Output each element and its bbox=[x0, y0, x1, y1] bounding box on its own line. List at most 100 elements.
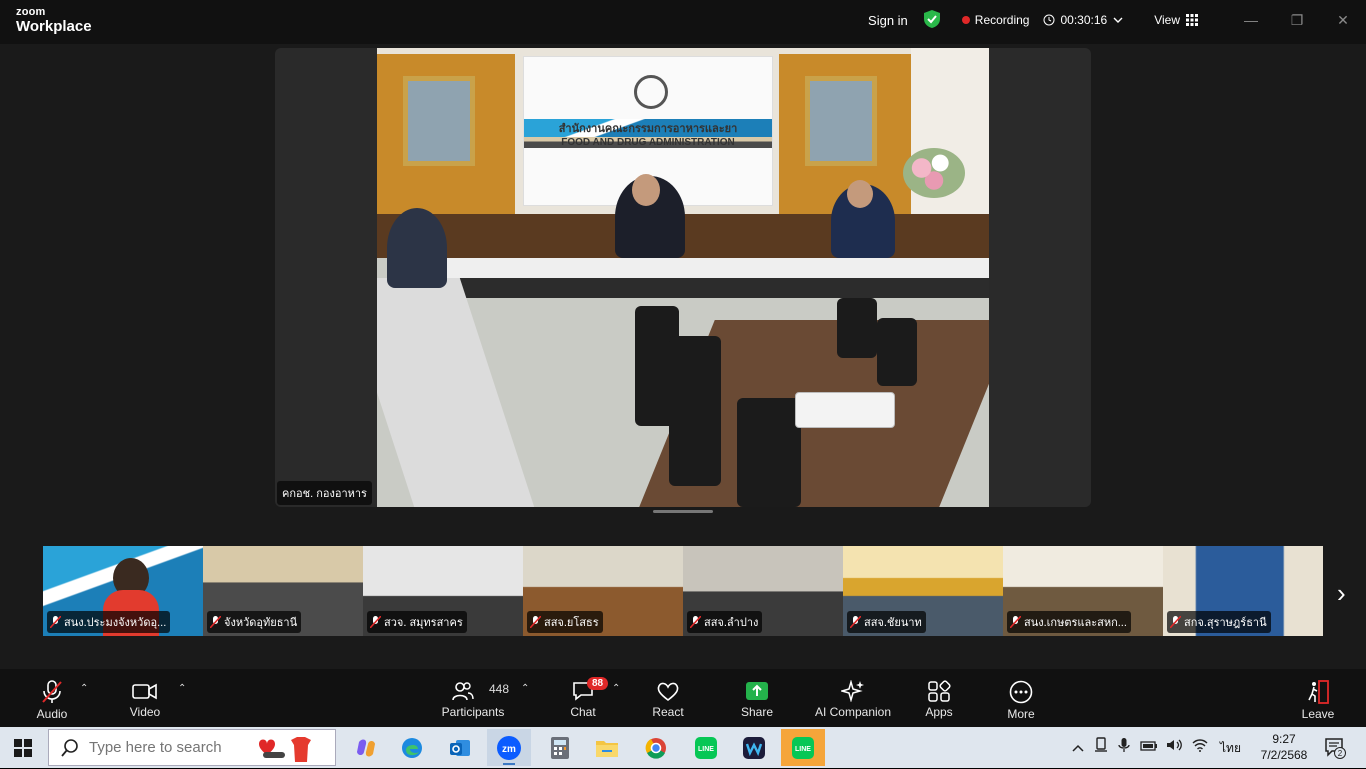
taskbar-clock[interactable]: 9:27 7/2/2568 bbox=[1249, 731, 1319, 763]
active-speaker-name: คกอช. กองอาหาร bbox=[277, 481, 372, 505]
minimize-button[interactable]: — bbox=[1228, 0, 1274, 40]
clock-time: 9:27 bbox=[1272, 732, 1296, 746]
active-speaker-video[interactable]: สำนักงานคณะกรรมการอาหารและยา FOOD AND DR… bbox=[275, 48, 1091, 507]
more-button[interactable]: More bbox=[1000, 669, 1042, 727]
audio-options-chevron-icon[interactable]: ⌃ bbox=[80, 683, 88, 694]
portrait-frame bbox=[403, 76, 475, 166]
zoom-window: zoom Workplace Sign in Recording 00:30:1… bbox=[0, 0, 1366, 727]
clock-date: 7/2/2568 bbox=[1260, 748, 1308, 762]
participants-options-chevron-icon[interactable]: ⌃ bbox=[521, 683, 529, 694]
react-label: React bbox=[652, 705, 684, 719]
participant-name: สสจ.ชัยนาท bbox=[847, 611, 926, 633]
tray-microphone-icon[interactable] bbox=[1118, 737, 1130, 758]
participant-tile[interactable]: สสจ.ลำปาง bbox=[683, 546, 843, 636]
logo-bottom: Workplace bbox=[16, 18, 92, 35]
taskbar-outlook-icon[interactable] bbox=[438, 729, 482, 766]
taskbar-search-box[interactable] bbox=[48, 729, 336, 766]
participant-name: สนง.เกษตรและสหก... bbox=[1007, 611, 1131, 633]
system-tray bbox=[1072, 727, 1208, 768]
svg-text:LINE: LINE bbox=[698, 746, 714, 753]
taskbar-file-explorer-icon[interactable] bbox=[585, 729, 629, 766]
video-button[interactable]: Video bbox=[124, 669, 166, 727]
gallery-next-arrow-icon[interactable]: › bbox=[1337, 578, 1346, 609]
sparkle-icon bbox=[841, 680, 864, 702]
taskbar-line-icon[interactable]: LINE bbox=[684, 729, 728, 766]
participant-tile[interactable]: สนง.ประมงจังหวัดอุ... bbox=[43, 546, 203, 636]
participant-tile[interactable]: สสจ.ชัยนาท bbox=[843, 546, 1003, 636]
react-button[interactable]: React bbox=[646, 669, 690, 727]
video-label: Video bbox=[129, 705, 161, 719]
chat-options-chevron-icon[interactable]: ⌃ bbox=[612, 683, 620, 694]
video-options-chevron-icon[interactable]: ⌃ bbox=[178, 683, 186, 694]
more-dots-icon bbox=[1009, 680, 1033, 704]
meeting-toolbar: Audio ⌃ Video ⌃ Participants 448 ⌃ Chat … bbox=[0, 669, 1366, 727]
share-button[interactable]: Share bbox=[736, 669, 778, 727]
ai-companion-button[interactable]: AI Companion bbox=[812, 669, 894, 727]
taskbar-webex-icon[interactable] bbox=[732, 729, 776, 766]
tray-volume-icon[interactable] bbox=[1166, 738, 1184, 757]
notification-center-icon[interactable]: 2 bbox=[1324, 737, 1346, 764]
search-input[interactable] bbox=[89, 739, 249, 756]
maximize-button[interactable]: ❐ bbox=[1274, 0, 1320, 40]
windows-taskbar: zm LINE LINE ไทย 9:27 7/2/2568 2 bbox=[0, 727, 1366, 768]
leave-button[interactable]: Leave bbox=[1298, 669, 1338, 727]
logo-top: zoom bbox=[16, 6, 46, 18]
mic-muted-icon bbox=[42, 680, 62, 703]
search-icon bbox=[61, 738, 78, 757]
apps-icon bbox=[928, 680, 951, 702]
muted-mic-icon bbox=[1170, 616, 1181, 628]
tray-device-icon[interactable] bbox=[1094, 737, 1108, 758]
leave-label: Leave bbox=[1301, 707, 1335, 721]
muted-mic-icon bbox=[850, 616, 861, 628]
muted-mic-icon bbox=[50, 616, 61, 628]
participant-tile[interactable]: สนง.เกษตรและสหก... bbox=[1003, 546, 1163, 636]
participant-name: จังหวัดอุทัยธานี bbox=[207, 611, 302, 633]
svg-text:zm: zm bbox=[502, 744, 516, 755]
sign-in-button[interactable]: Sign in bbox=[868, 13, 908, 28]
tray-battery-icon[interactable] bbox=[1140, 739, 1158, 757]
notification-count: 2 bbox=[1338, 749, 1343, 758]
search-highlight-icon bbox=[241, 734, 329, 769]
participant-name: สกจ.สุราษฎร์ธานี bbox=[1167, 611, 1271, 633]
windows-start-icon[interactable] bbox=[14, 739, 32, 762]
shield-check-icon[interactable] bbox=[923, 9, 940, 31]
participant-tile[interactable]: สสจ.ยโสธร bbox=[523, 546, 683, 636]
leave-door-icon bbox=[1308, 680, 1329, 704]
video-camera-icon bbox=[132, 683, 157, 700]
taskbar-chrome-icon[interactable] bbox=[634, 729, 678, 766]
meeting-timer[interactable]: 00:30:16 bbox=[1043, 13, 1128, 27]
participant-tile[interactable]: จังหวัดอุทัยธานี bbox=[203, 546, 363, 636]
taskbar-edge-icon[interactable] bbox=[390, 729, 434, 766]
participant-name: สนง.ประมงจังหวัดอุ... bbox=[47, 611, 171, 633]
tray-language[interactable]: ไทย bbox=[1220, 739, 1241, 758]
recording-dot-icon bbox=[961, 16, 970, 24]
close-button[interactable]: ✕ bbox=[1320, 0, 1366, 40]
share-label: Share bbox=[740, 705, 774, 719]
view-button[interactable]: View bbox=[1154, 13, 1198, 27]
participant-tile[interactable]: สวจ. สมุทรสาคร bbox=[363, 546, 523, 636]
chat-unread-badge: 88 bbox=[587, 677, 609, 690]
muted-mic-icon bbox=[690, 616, 701, 628]
apps-button[interactable]: Apps bbox=[918, 669, 960, 727]
grid-icon bbox=[1186, 14, 1198, 26]
timer-value: 00:30:16 bbox=[1060, 13, 1108, 27]
audio-button[interactable]: Audio bbox=[30, 669, 74, 727]
chevron-down-icon bbox=[1113, 17, 1123, 23]
audio-label: Audio bbox=[36, 707, 68, 721]
tray-chevron-up-icon[interactable] bbox=[1072, 739, 1084, 757]
tray-wifi-icon[interactable] bbox=[1192, 738, 1208, 757]
gallery-strip: สนง.ประมงจังหวัดอุ... จังหวัดอุทัยธานี ส… bbox=[43, 546, 1323, 636]
participants-button[interactable]: Participants bbox=[440, 669, 506, 727]
ai-companion-label: AI Companion bbox=[814, 705, 892, 719]
muted-mic-icon bbox=[370, 616, 381, 628]
taskbar-copilot-icon[interactable] bbox=[344, 729, 388, 766]
taskbar-calculator-icon[interactable] bbox=[538, 729, 582, 766]
taskbar-line-active-icon[interactable]: LINE bbox=[781, 729, 825, 766]
portrait-frame bbox=[805, 76, 877, 166]
participant-tile[interactable]: สกจ.สุราษฎร์ธานี bbox=[1163, 546, 1323, 636]
resize-handle[interactable] bbox=[653, 510, 713, 513]
participant-name: สสจ.ลำปาง bbox=[687, 611, 763, 633]
recording-indicator[interactable]: Recording bbox=[961, 13, 1029, 27]
taskbar-zoom-icon[interactable]: zm bbox=[487, 729, 531, 766]
participants-count: 448 bbox=[489, 682, 510, 696]
